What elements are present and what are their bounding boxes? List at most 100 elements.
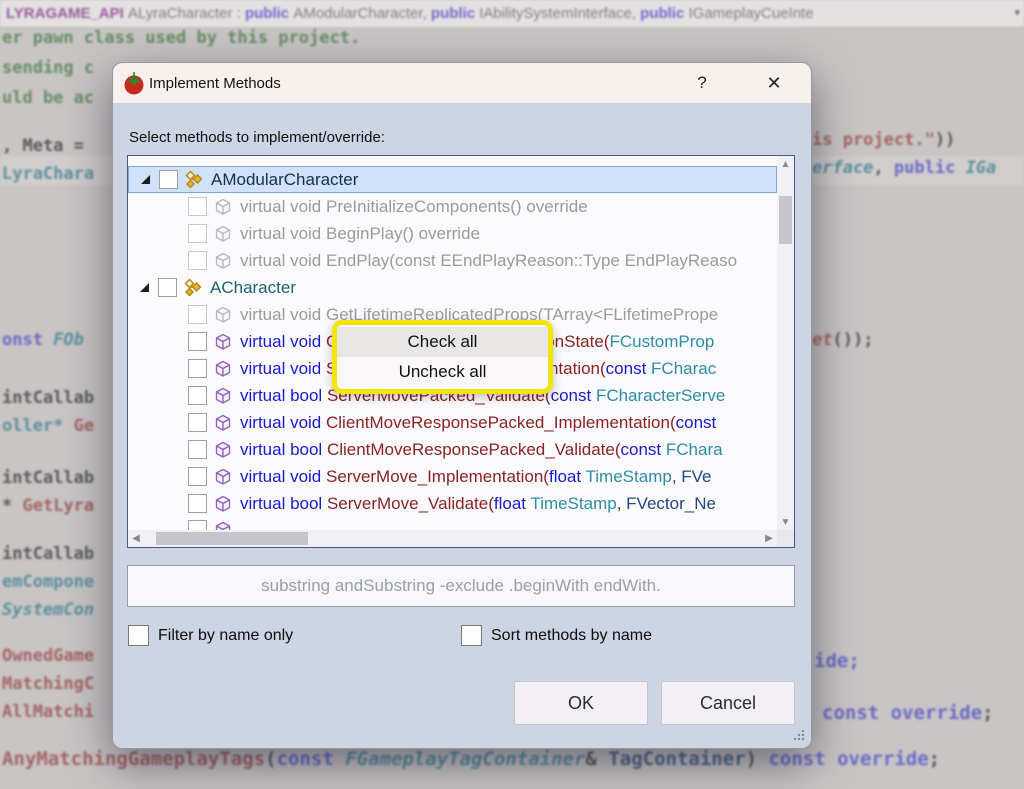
signature-token: virtual bool (240, 386, 327, 405)
tree-row-class[interactable]: ACharacter (128, 274, 777, 301)
code-token: SystemCon (2, 600, 94, 620)
code-token: ide; (814, 650, 860, 672)
code-fragment: sending c (2, 58, 94, 78)
tree-row-method[interactable]: virtual bool ClientMoveResponsePacked_Va… (128, 436, 777, 463)
code-fragment: onst FOb (2, 330, 84, 350)
signature-token: virtual void PreInitializeComponents() o… (240, 197, 588, 216)
tree-row-label: virtual bool ServerMove_Validate(float T… (240, 494, 716, 514)
signature-token: FVector_Ne (626, 494, 716, 513)
tree-checkbox[interactable] (188, 467, 207, 486)
cancel-button[interactable]: Cancel (661, 681, 795, 725)
menu-item-check-all[interactable]: Check all (337, 327, 548, 357)
code-fragment: oller* Ge (2, 416, 94, 436)
code-token: intCallab (2, 468, 94, 488)
signature-token: FCharacterServe (596, 386, 725, 405)
tree-checkbox[interactable] (188, 359, 207, 378)
tree-checkbox[interactable] (188, 440, 207, 459)
code-fragment: erface, public IGa (812, 158, 996, 178)
filter-input[interactable] (127, 565, 795, 607)
tree-checkbox[interactable] (188, 224, 207, 243)
scroll-down-icon[interactable]: ▼ (777, 514, 794, 530)
tree-row-method[interactable] (128, 517, 777, 530)
code-fragment: is project.")) (812, 130, 955, 150)
tree-checkbox[interactable] (158, 278, 177, 297)
tree-row-method[interactable]: virtual void PreInitializeComponents() o… (128, 193, 777, 220)
dialog-titlebar[interactable]: Implement Methods ? ✕ (113, 63, 811, 103)
tree-row-method[interactable]: virtual void EndPlay(const EEndPlayReaso… (128, 247, 777, 274)
signature-token: TimeStamp (586, 467, 672, 486)
method-icon (213, 332, 235, 352)
code-fragment: intCallab (2, 544, 94, 564)
ok-button[interactable]: OK (514, 681, 648, 725)
code-token: & (585, 748, 608, 770)
scroll-right-icon[interactable]: ▶ (761, 530, 777, 547)
tree-checkbox[interactable] (188, 494, 207, 513)
tree-expander-icon[interactable] (141, 175, 150, 184)
tree-row-method[interactable]: virtual void BeginPlay() override (128, 220, 777, 247)
tree-checkbox[interactable] (188, 520, 207, 530)
tree-checkbox[interactable] (188, 305, 207, 324)
class-icon (184, 170, 206, 190)
tree-checkbox[interactable] (188, 332, 207, 351)
code-token: onst (2, 330, 53, 350)
code-token: )) (935, 130, 955, 150)
code-token: IGa (966, 158, 997, 178)
sort-methods-option[interactable]: Sort methods by name (461, 625, 652, 646)
code-token: TagContainer (608, 748, 745, 770)
code-token: , Meta = (2, 136, 94, 156)
nav-segment: ALyraCharacter : (128, 5, 245, 22)
close-button[interactable]: ✕ (757, 68, 791, 98)
menu-item-uncheck-all[interactable]: Uncheck all (337, 357, 548, 387)
code-token: uld be ac (2, 88, 94, 108)
sort-methods-label: Sort methods by name (491, 627, 652, 645)
signature-token: TimeStamp (530, 494, 616, 513)
nav-segment: public (431, 5, 479, 22)
nav-segment: public (640, 5, 688, 22)
signature-token: virtual void (240, 359, 326, 378)
signature-token: FChara (666, 440, 723, 459)
tree-row-method[interactable]: virtual bool ServerMove_Validate(float T… (128, 490, 777, 517)
horizontal-scroll-thumb[interactable] (156, 532, 308, 545)
tomato-icon (121, 70, 147, 96)
tree-checkbox[interactable] (159, 170, 178, 189)
horizontal-scrollbar[interactable]: ◀ ▶ (128, 530, 777, 547)
nav-bar-text: LYRAGAME_API ALyraCharacter : public AMo… (6, 5, 814, 22)
method-icon (213, 386, 235, 406)
method-icon (213, 359, 235, 379)
signature-token: FCustomProp (609, 332, 714, 351)
code-token: AllMatchi (2, 702, 94, 722)
code-fragment: et()); (812, 330, 873, 350)
code-token: erface (812, 158, 873, 178)
resize-grip-icon[interactable] (792, 728, 806, 742)
code-token: intCallab (2, 388, 94, 408)
vertical-scroll-thumb[interactable] (779, 196, 792, 244)
filter-by-name-checkbox[interactable] (128, 625, 149, 646)
tree-row-label: virtual void ClientMoveResponsePacked_Im… (240, 413, 716, 433)
signature-token: , (672, 467, 681, 486)
code-fragment: uld be ac (2, 88, 94, 108)
help-button[interactable]: ? (685, 68, 719, 98)
vertical-scrollbar[interactable]: ▲ ▼ (777, 156, 794, 530)
scroll-left-icon[interactable]: ◀ (128, 530, 144, 547)
tree-row-method[interactable]: virtual void ServerMove_Implementation(f… (128, 463, 777, 490)
code-token: , (873, 158, 893, 178)
tree-checkbox[interactable] (188, 251, 207, 270)
signature-token: float (494, 494, 531, 513)
tree-row-label: virtual void ServerMove_Implementation(f… (240, 467, 712, 487)
tree-checkbox[interactable] (188, 386, 207, 405)
tree-expander-icon[interactable] (140, 283, 149, 292)
code-token: const (277, 748, 346, 770)
code-token: ; (982, 702, 993, 724)
tree-row-method[interactable]: virtual void ClientMoveResponsePacked_Im… (128, 409, 777, 436)
sort-methods-checkbox[interactable] (461, 625, 482, 646)
nav-segment: AModularCharacter, (293, 5, 431, 22)
filter-by-name-option[interactable]: Filter by name only (128, 625, 293, 646)
code-fragment: OwnedGame (2, 646, 94, 666)
code-token: ()); (832, 330, 873, 350)
code-token: OwnedGame (2, 646, 94, 666)
class-icon (183, 278, 205, 298)
tree-checkbox[interactable] (188, 197, 207, 216)
tree-checkbox[interactable] (188, 413, 207, 432)
tree-row-class[interactable]: AModularCharacter (128, 166, 777, 193)
scroll-up-icon[interactable]: ▲ (777, 156, 794, 172)
